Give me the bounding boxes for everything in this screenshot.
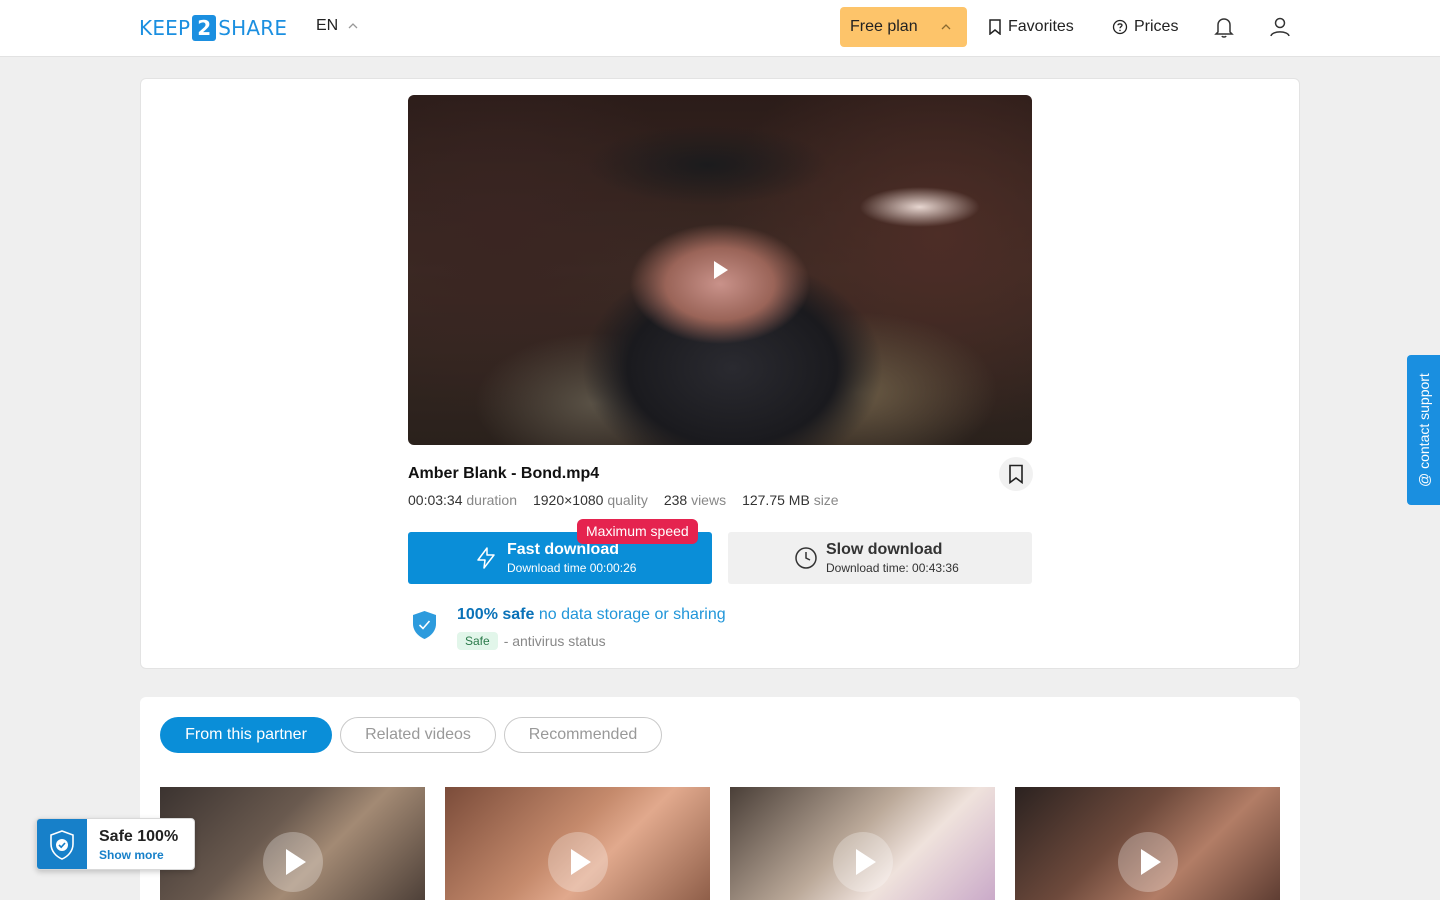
tab-recommended[interactable]: Recommended — [504, 717, 662, 753]
chevron-up-icon — [348, 23, 358, 29]
video-thumbnail[interactable] — [1015, 787, 1280, 900]
play-icon — [833, 832, 893, 892]
file-title: Amber Blank - Bond.mp4 — [408, 465, 600, 482]
safety-statement: 100% safe no data storage or sharing — [457, 606, 726, 624]
bookmark-icon — [1009, 464, 1023, 484]
user-icon[interactable] — [1267, 14, 1293, 40]
shield-check-icon — [50, 830, 74, 860]
video-thumbnail[interactable] — [730, 787, 995, 900]
shield-check-icon — [413, 611, 436, 639]
logo-share: SHARE — [218, 16, 288, 40]
favorites-link[interactable]: Favorites — [988, 16, 1074, 38]
video-thumbnail[interactable] — [160, 787, 425, 900]
meta-size: 127.75 MB size — [742, 492, 839, 508]
safety-headline: 100% safe — [457, 606, 535, 623]
prices-label: Prices — [1134, 18, 1179, 35]
tab-related-videos[interactable]: Related videos — [340, 717, 496, 753]
contact-support-label: @ contact support — [1416, 373, 1432, 487]
antivirus-status: Safe - antivirus status — [457, 632, 606, 650]
meta-duration: 00:03:34 duration — [408, 492, 517, 508]
play-icon — [263, 832, 323, 892]
contact-support-tab[interactable]: @ contact support — [1407, 355, 1440, 505]
antivirus-badge: Safe — [457, 632, 498, 650]
maximum-speed-badge: Maximum speed — [577, 519, 698, 544]
widget-title: Safe 100% — [99, 828, 179, 845]
lightning-icon — [477, 547, 495, 569]
play-icon — [548, 832, 608, 892]
meta-quality: 1920×1080 quality — [532, 492, 648, 508]
bookmark-icon — [989, 19, 1001, 35]
file-meta: 00:03:34 duration 1920×1080 quality 238 … — [408, 492, 839, 508]
video-preview[interactable] — [408, 95, 1032, 445]
logo-keep: KEEP — [139, 16, 191, 40]
add-to-favorites-button[interactable] — [999, 457, 1033, 491]
slow-download-button[interactable]: Slow download Download time: 00:43:36 — [728, 532, 1032, 584]
clock-icon — [795, 547, 817, 569]
language-label: EN — [316, 17, 339, 34]
language-selector[interactable]: EN — [316, 17, 358, 35]
slow-download-time: Download time: 00:43:36 — [826, 561, 959, 575]
video-thumbnail[interactable] — [445, 787, 710, 900]
logo[interactable]: KEEP 2 SHARE — [139, 14, 287, 42]
play-icon — [714, 261, 728, 279]
safety-subline: no data storage or sharing — [538, 606, 726, 623]
widget-show-more-link[interactable]: Show more — [99, 848, 164, 862]
fast-download-time: Download time 00:00:26 — [507, 561, 637, 575]
tab-from-this-partner[interactable]: From this partner — [160, 717, 332, 753]
meta-views: 238 views — [663, 492, 727, 508]
play-icon — [1118, 832, 1178, 892]
widget-shield-area — [37, 819, 87, 869]
top-header: KEEP 2 SHARE EN Free plan Favorites Pric… — [0, 0, 1440, 57]
safe-widget[interactable]: Safe 100% Show more — [36, 818, 195, 870]
slow-download-label: Slow download — [826, 541, 943, 558]
plan-label: Free plan — [850, 18, 918, 35]
logo-two: 2 — [192, 15, 217, 41]
favorites-label: Favorites — [1008, 18, 1074, 35]
bell-icon[interactable] — [1211, 14, 1237, 40]
free-plan-button[interactable]: Free plan — [840, 7, 967, 47]
antivirus-text: - antivirus status — [503, 633, 606, 649]
prices-link[interactable]: Prices — [1112, 16, 1178, 38]
chevron-up-icon — [941, 24, 951, 30]
help-circle-icon — [1112, 19, 1128, 35]
